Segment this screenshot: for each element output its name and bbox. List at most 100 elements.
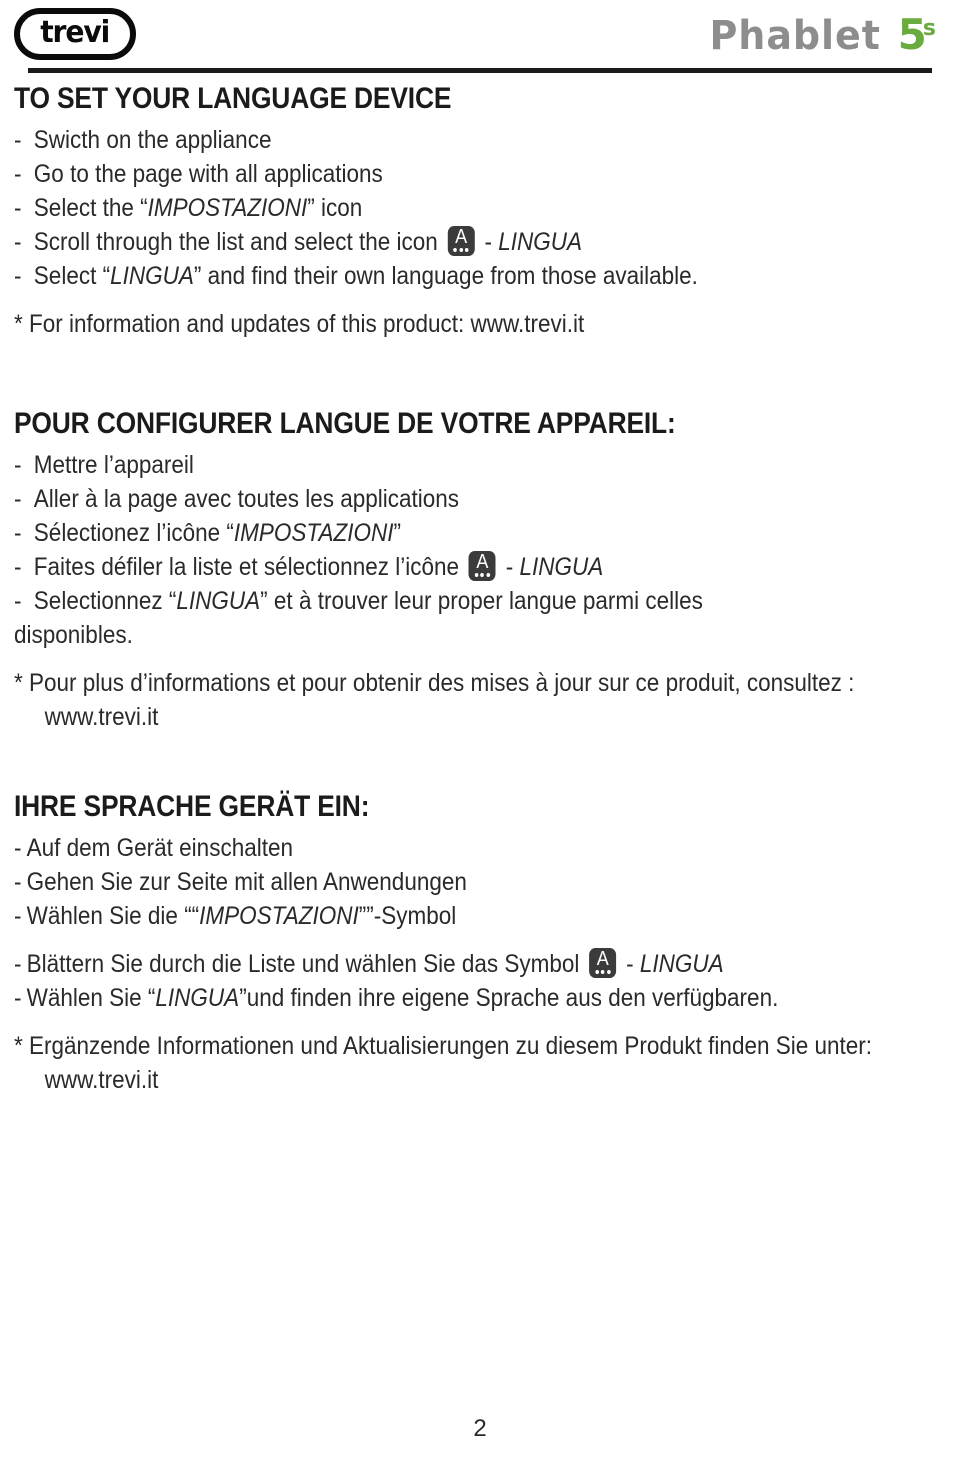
list-item-text-pre: Wählen Sie die ““ — [26, 902, 200, 930]
lingua-icon-dots — [469, 573, 496, 577]
emphasis-impostazioni: IMPOSTAZIONI — [147, 194, 308, 222]
list-item-text-pre: Select “ — [33, 262, 111, 290]
list-item-text-post: ””-Symbol — [358, 902, 457, 930]
list-item: - Mettre l’appareil — [14, 448, 853, 482]
list-item: - Faites défiler la liste et sélectionnez… — [14, 550, 853, 584]
list-item-text-pre: Faites défiler la liste et sélectionnez … — [33, 553, 466, 581]
bullet-dash: - — [14, 984, 22, 1012]
list-item-text-pre: Scroll through the list and select the i… — [33, 228, 445, 256]
list-item-text-post: ”und finden ihre eigene Sprache aus den … — [239, 984, 779, 1012]
list-item-text-post: - — [499, 553, 520, 581]
list-item: - Wählen Sie “LINGUA”und finden ihre eige… — [14, 981, 853, 1015]
list-item: - Selectionnez “LINGUA” et à trouver leur… — [14, 584, 853, 618]
note-french: * Pour plus d’informations et pour obten… — [14, 669, 855, 697]
list-item: - Sélectionez l’icône “IMPOSTAZIONI” — [14, 516, 853, 550]
list-item: - Swicth on the appliance — [14, 123, 853, 157]
lingua-icon-dots — [589, 970, 616, 974]
list-item-text-pre: Blättern Sie durch die Liste und wählen … — [26, 950, 586, 978]
product-name-text: Phablet — [709, 13, 882, 59]
lingua-icon: A — [589, 948, 617, 978]
bullet-dash: - — [14, 126, 22, 154]
list-item: - Select “LINGUA” and find their own lang… — [14, 259, 853, 293]
list-item-text: Mettre l’appareil — [33, 451, 194, 479]
note-french-url: www.trevi.it — [44, 703, 159, 731]
list-item: - Scroll through the list and select the … — [14, 225, 853, 259]
note-english: * For information and updates of this pr… — [14, 310, 585, 338]
header-divider — [28, 68, 932, 73]
list-item-text-pre: Sélectionez l’icône “ — [33, 519, 234, 547]
bullet-dash: - — [14, 553, 22, 581]
lingua-icon: A — [468, 551, 496, 581]
list-item-text-post: ” icon — [307, 194, 363, 222]
section-english: TO SET YOUR LANGUAGE DEVICE - Swicth on t… — [14, 82, 946, 341]
list-item-text: Aller à la page avec toutes les applicat… — [33, 485, 460, 513]
page-header: trevi Phablet 5s — [14, 0, 946, 73]
bullet-dash: - — [14, 194, 22, 222]
emphasis-lingua: LINGUA — [639, 950, 724, 978]
lingua-icon-letter: A — [476, 551, 489, 573]
bullet-dash: - — [14, 950, 22, 978]
lingua-icon-dots — [448, 248, 475, 252]
emphasis-lingua: LINGUA — [155, 984, 240, 1012]
emphasis-impostazioni: IMPOSTAZIONI — [199, 902, 359, 930]
emphasis-lingua: LINGUA — [176, 587, 261, 615]
bullet-dash: - — [14, 262, 22, 290]
product-model-group: 5s — [898, 10, 940, 59]
list-item: - Aller à la page avec toutes les applica… — [14, 482, 853, 516]
list-item-text-pre: Select the “ — [33, 194, 148, 222]
bullet-dash: - — [14, 868, 22, 896]
bullet-dash: - — [14, 834, 22, 862]
list-item: - Select the “IMPOSTAZIONI” icon — [14, 191, 853, 225]
bullet-dash: - — [14, 228, 22, 256]
list-item: - Blättern Sie durch die Liste und wählen… — [14, 947, 853, 981]
bullet-dash: - — [14, 587, 22, 615]
section-title-german: IHRE SPRACHE GERÄT EIN: — [14, 790, 370, 823]
list-item-text-post: ” and find their own language from those… — [193, 262, 698, 290]
list-item-text-post: - — [619, 950, 640, 978]
section-french: POUR CONFIGURER LANGUE DE VOTRE APPAREIL… — [14, 407, 946, 734]
note-german-url: www.trevi.it — [44, 1066, 159, 1094]
list-item-text: Auf dem Gerät einschalten — [26, 834, 293, 862]
list-item-text: Swicth on the appliance — [33, 126, 272, 154]
product-model-superscript: s — [922, 16, 936, 41]
list-item-continuation: disponibles. — [14, 621, 133, 649]
list-item-text-pre: Selectionnez “ — [33, 587, 177, 615]
bullet-dash: - — [14, 451, 22, 479]
lingua-icon-letter: A — [455, 226, 468, 248]
manual-page: trevi Phablet 5s TO SET YOUR LANGUAGE DE… — [0, 0, 960, 1465]
bullet-dash: - — [14, 485, 22, 513]
list-item: - Gehen Sie zur Seite mit allen Anwendung… — [14, 865, 853, 899]
section-title-english: TO SET YOUR LANGUAGE DEVICE — [14, 82, 452, 115]
lingua-icon-letter: A — [596, 948, 609, 970]
bullet-dash: - — [14, 902, 22, 930]
list-item-text-post: ” et à trouver leur proper langue parmi … — [260, 587, 703, 615]
page-number: 2 — [473, 1415, 487, 1442]
bullet-dash: - — [14, 519, 22, 547]
trevi-logo-text: trevi — [40, 14, 111, 50]
list-item: - Wählen Sie die ““IMPOSTAZIONI””-Symbol — [14, 899, 853, 933]
trevi-logo: trevi — [14, 8, 136, 60]
emphasis-lingua: LINGUA — [110, 262, 194, 290]
page-content: TO SET YOUR LANGUAGE DEVICE - Swicth on t… — [14, 82, 946, 1097]
emphasis-lingua: LINGUA — [498, 228, 583, 256]
section-title-french: POUR CONFIGURER LANGUE DE VOTRE APPAREIL… — [14, 407, 676, 440]
list-item-text-post: ” — [393, 519, 401, 547]
emphasis-impostazioni: IMPOSTAZIONI — [233, 519, 394, 547]
list-item-text-post: - — [478, 228, 499, 256]
list-item-text: Go to the page with all applications — [33, 160, 383, 188]
bullet-dash: - — [14, 160, 22, 188]
section-german: IHRE SPRACHE GERÄT EIN: - Auf dem Gerät e… — [14, 790, 946, 1097]
list-item-text: Gehen Sie zur Seite mit allen Anwendunge… — [26, 868, 467, 896]
list-item-text-pre: Wählen Sie “ — [26, 984, 156, 1012]
lingua-icon: A — [447, 226, 475, 256]
list-item: - Go to the page with all applications — [14, 157, 853, 191]
note-german: * Ergänzende Informationen und Aktualisi… — [14, 1032, 873, 1060]
emphasis-lingua: LINGUA — [519, 553, 604, 581]
list-item: - Auf dem Gerät einschalten — [14, 831, 853, 865]
